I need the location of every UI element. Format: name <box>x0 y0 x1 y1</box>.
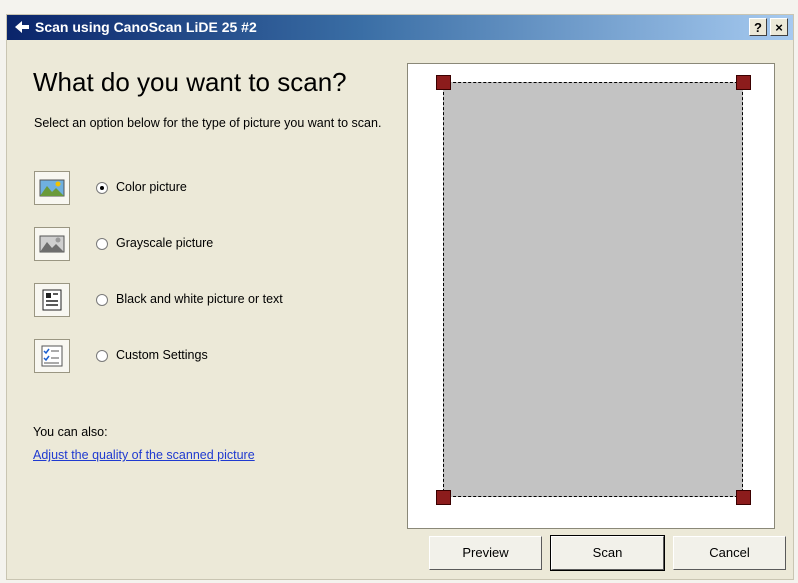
help-button[interactable]: ? <box>749 18 767 36</box>
scan-selection-area[interactable] <box>443 82 743 497</box>
cancel-button[interactable]: Cancel <box>673 536 786 570</box>
adjust-quality-link[interactable]: Adjust the quality of the scanned pictur… <box>33 448 255 462</box>
scanner-icon <box>15 21 29 33</box>
crop-handle-bottom-right[interactable] <box>736 490 751 505</box>
option-bw-picture[interactable]: Black and white picture or text <box>34 283 374 319</box>
grayscale-picture-radio[interactable] <box>96 238 108 250</box>
crop-handle-bottom-left[interactable] <box>436 490 451 505</box>
option-color-picture[interactable]: Color picture <box>34 171 374 207</box>
option-grayscale-picture[interactable]: Grayscale picture <box>34 227 374 263</box>
bw-picture-label: Black and white picture or text <box>116 292 283 306</box>
custom-settings-radio[interactable] <box>96 350 108 362</box>
instructions-text: Select an option below for the type of p… <box>34 116 382 130</box>
page-title: What do you want to scan? <box>33 67 347 97</box>
option-custom-settings[interactable]: Custom Settings <box>34 339 374 375</box>
grayscale-picture-label: Grayscale picture <box>116 236 214 250</box>
bw-picture-radio[interactable] <box>96 294 108 306</box>
preview-button[interactable]: Preview <box>429 536 542 570</box>
scan-dialog: Scan using CanoScan LiDE 25 #2 ? × What … <box>6 14 794 580</box>
crop-handle-top-left[interactable] <box>436 75 451 90</box>
close-button[interactable]: × <box>770 18 788 36</box>
color-picture-radio[interactable] <box>96 182 108 194</box>
bw-picture-icon <box>34 283 70 317</box>
color-picture-icon <box>34 171 70 205</box>
also-label: You can also: <box>33 425 108 439</box>
window-title: Scan using CanoScan LiDE 25 #2 <box>35 19 257 35</box>
custom-settings-icon <box>34 339 70 373</box>
grayscale-picture-icon <box>34 227 70 261</box>
color-picture-label: Color picture <box>116 180 187 194</box>
scan-button[interactable]: Scan <box>550 535 665 571</box>
title-bar[interactable]: Scan using CanoScan LiDE 25 #2 ? × <box>7 15 793 40</box>
crop-handle-top-right[interactable] <box>736 75 751 90</box>
custom-settings-label: Custom Settings <box>116 348 208 362</box>
scan-preview-frame <box>407 63 775 529</box>
